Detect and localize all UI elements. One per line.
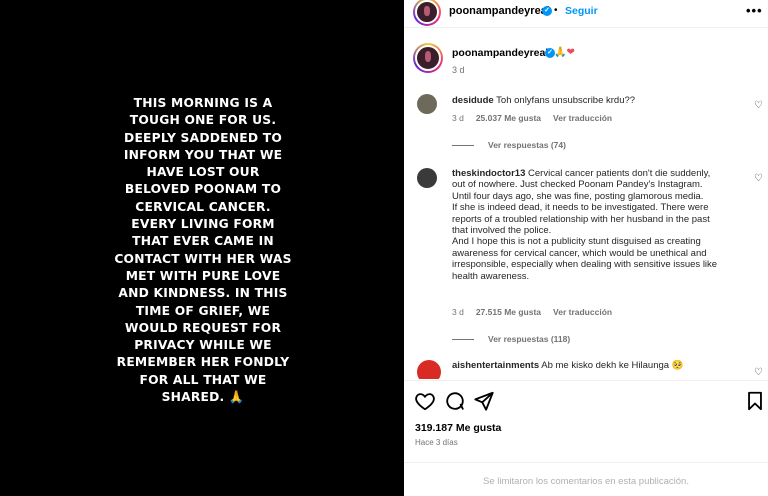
view-replies-link[interactable]: Ver respuestas (74)	[452, 140, 566, 150]
likes-count[interactable]: 319.187 Me gusta	[415, 422, 501, 434]
comment-avatar[interactable]	[417, 360, 441, 379]
comment-likes[interactable]: 25.037 Me gusta	[476, 113, 541, 123]
comment-meta: 3 d 27.515 Me gusta Ver traducción	[452, 307, 613, 317]
view-replies-link[interactable]: Ver respuestas (118)	[452, 334, 570, 344]
comment-meta: 3 d 25.037 Me gusta Ver traducción	[452, 113, 613, 123]
caption-text: 🙏❤	[554, 47, 575, 58]
comment-like-icon[interactable]: ♡	[754, 100, 764, 111]
footer-divider	[404, 462, 768, 463]
post-age: Hace 3 días	[415, 438, 458, 447]
header-divider	[404, 27, 768, 28]
heart-icon[interactable]	[414, 390, 436, 412]
comment-username[interactable]: theskindoctor13	[452, 168, 525, 179]
caption-avatar[interactable]	[413, 43, 443, 73]
comment-clip: aishentertainments Ab me kisko dekh ke H…	[404, 355, 768, 379]
caption-time: 3 d	[452, 65, 465, 75]
caption-username[interactable]: poonampandeyreal	[452, 47, 548, 59]
post-media: THIS MORNING IS A TOUGH ONE FOR US. DEEP…	[0, 0, 404, 496]
comment-avatar[interactable]	[417, 94, 437, 114]
comment-username[interactable]: aishentertainments	[452, 360, 539, 371]
header-username[interactable]: poonampandeyreal	[449, 5, 550, 17]
verified-icon: ✓	[542, 6, 552, 16]
avatar[interactable]	[413, 0, 441, 26]
more-options-icon[interactable]: •••	[746, 3, 763, 18]
comment-username[interactable]: desidude	[452, 95, 494, 106]
see-translation-link[interactable]: Ver traducción	[553, 113, 612, 123]
see-translation-link[interactable]: Ver traducción	[553, 307, 612, 317]
comments-limited-notice: Se limitaron los comentarios en esta pub…	[483, 476, 689, 487]
header-separator: •	[554, 5, 558, 16]
share-icon[interactable]	[473, 390, 495, 412]
actions-divider	[404, 380, 768, 381]
comment-icon[interactable]	[444, 390, 466, 412]
comment-text: desidude Toh onlyfans unsubscribe krdu??	[452, 95, 636, 106]
comment-like-icon[interactable]: ♡	[754, 367, 764, 378]
comment-text: theskindoctor13 Cervical cancer patients…	[452, 168, 718, 282]
post-header: poonampandeyreal ✓ • Seguir •••	[404, 0, 768, 26]
bookmark-icon[interactable]	[744, 390, 766, 412]
comment-avatar[interactable]	[417, 168, 437, 188]
follow-button[interactable]: Seguir	[565, 5, 598, 17]
story-text: THIS MORNING IS A TOUGH ONE FOR US. DEEP…	[114, 96, 292, 405]
action-bar	[404, 390, 768, 416]
comment-like-icon[interactable]: ♡	[754, 173, 764, 184]
comment-text: aishentertainments Ab me kisko dekh ke H…	[452, 360, 684, 371]
post-panel: poonampandeyreal ✓ • Seguir ••• poonampa…	[404, 0, 768, 496]
comment-likes[interactable]: 27.515 Me gusta	[476, 307, 541, 317]
